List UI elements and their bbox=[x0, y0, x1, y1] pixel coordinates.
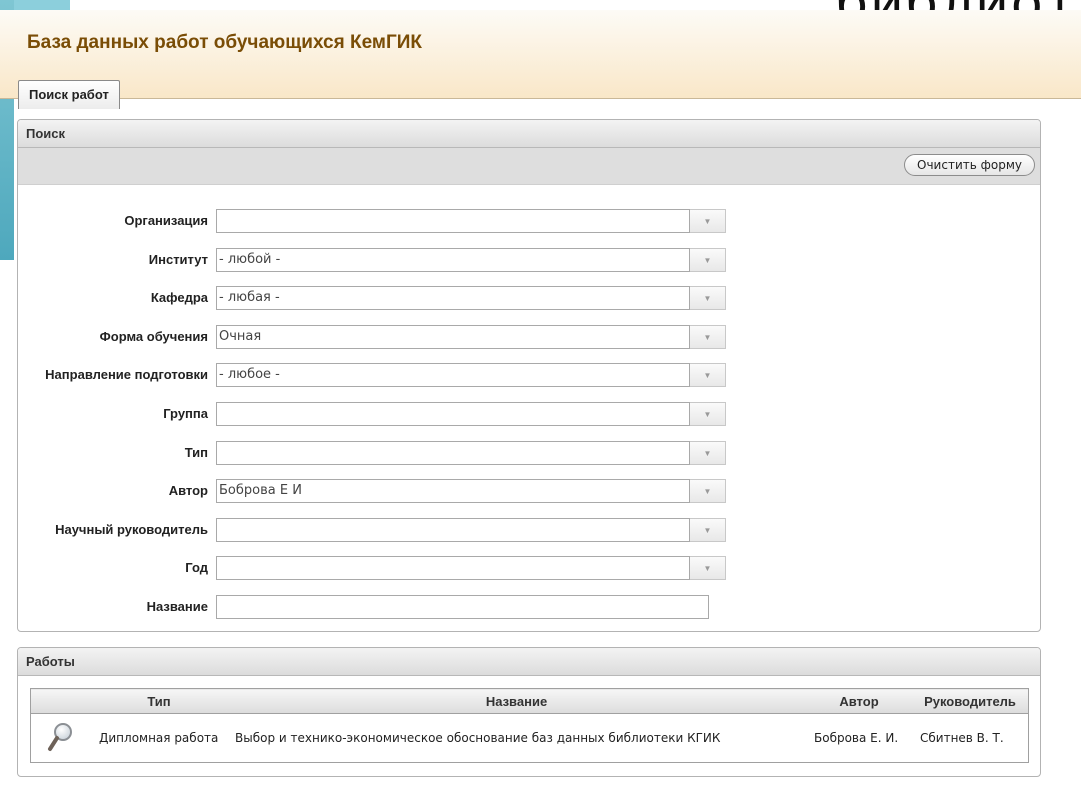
table-row[interactable]: Дипломная работа Выбор и технико-экономи… bbox=[31, 714, 1029, 763]
row-title[interactable]: Выбор и технико-экономическое обосновани… bbox=[227, 714, 806, 763]
works-panel-title: Работы bbox=[18, 648, 1040, 676]
field-label: Автор bbox=[168, 483, 208, 498]
field-label: Год bbox=[185, 560, 208, 575]
field-label: Форма обучения bbox=[99, 329, 208, 344]
column-header-supervisor: Руководитель bbox=[912, 688, 1029, 714]
row-type: Дипломная работа bbox=[99, 731, 219, 745]
works-table-header: Тип Название Автор Руководитель bbox=[30, 688, 1029, 714]
clear-form-button[interactable]: Очистить форму bbox=[904, 154, 1035, 176]
app-header: База данных работ обучающихся КемГИК Пои… bbox=[0, 10, 1081, 109]
search-panel: Поиск Очистить форму Организация ▼ Институ… bbox=[17, 119, 1041, 632]
chevron-down-icon[interactable]: ▼ bbox=[690, 479, 726, 503]
field-label: Научный руководитель bbox=[55, 522, 208, 537]
chevron-down-icon[interactable]: ▼ bbox=[690, 248, 726, 272]
form-row: Форма обучения Очная ▼ bbox=[18, 325, 1018, 349]
field-label: Название bbox=[146, 599, 208, 614]
combo-field[interactable]: ▼ bbox=[216, 402, 726, 426]
combo-field[interactable]: ▼ bbox=[216, 441, 726, 465]
chevron-down-icon[interactable]: ▼ bbox=[690, 363, 726, 387]
combo-field[interactable]: ▼ bbox=[216, 556, 726, 580]
form-row: Тип ▼ bbox=[18, 441, 1018, 465]
column-header-type: Тип bbox=[91, 688, 227, 714]
chevron-down-icon[interactable]: ▼ bbox=[690, 518, 726, 542]
row-author: Боброва Е. И. bbox=[814, 731, 899, 745]
app-title: База данных работ обучающихся КемГИК bbox=[27, 32, 422, 53]
row-icon-cell bbox=[31, 714, 92, 763]
combo-input[interactable]: - любой - bbox=[216, 248, 690, 272]
field-label: Направление подготовки bbox=[45, 367, 208, 382]
combo-field[interactable]: - любая - ▼ bbox=[216, 286, 726, 310]
form-row: Название bbox=[18, 595, 1018, 619]
search-panel-title: Поиск bbox=[18, 120, 1040, 148]
works-panel: Работы Тип Название Автор Руководитель Д… bbox=[17, 647, 1041, 777]
form-row: Кафедра - любая - ▼ bbox=[18, 286, 1018, 310]
combo-input[interactable]: Очная bbox=[216, 325, 690, 349]
field-label: Тип bbox=[184, 445, 208, 460]
combo-field[interactable]: - любой - ▼ bbox=[216, 248, 726, 272]
form-row: Научный руководитель ▼ bbox=[18, 518, 1018, 542]
field-label: Институт bbox=[148, 252, 208, 267]
field-label: Кафедра bbox=[150, 290, 208, 305]
combo-field[interactable]: ▼ bbox=[216, 209, 726, 233]
chevron-down-icon[interactable]: ▼ bbox=[690, 402, 726, 426]
form-row: Направление подготовки - любое - ▼ bbox=[18, 363, 1018, 387]
form-row: Год ▼ bbox=[18, 556, 1018, 580]
works-table: Тип Название Автор Руководитель Дипломна… bbox=[30, 688, 1029, 763]
combo-field[interactable]: - любое - ▼ bbox=[216, 363, 726, 387]
chevron-down-icon[interactable]: ▼ bbox=[690, 325, 726, 349]
form-row: Группа ▼ bbox=[18, 402, 1018, 426]
combo-input[interactable]: - любая - bbox=[216, 286, 690, 310]
field-label: Организация bbox=[124, 213, 208, 228]
form-row: Институт - любой - ▼ bbox=[18, 248, 1018, 272]
combo-input[interactable] bbox=[216, 402, 690, 426]
chevron-down-icon[interactable]: ▼ bbox=[690, 286, 726, 310]
chevron-down-icon[interactable]: ▼ bbox=[690, 556, 726, 580]
field-label: Группа bbox=[163, 406, 208, 421]
column-header-icon bbox=[30, 688, 91, 714]
tab-search-works[interactable]: Поиск работ bbox=[18, 80, 120, 109]
form-row: Организация ▼ bbox=[18, 209, 1018, 233]
column-header-author: Автор bbox=[806, 688, 912, 714]
combo-field[interactable]: ▼ bbox=[216, 518, 726, 542]
column-header-title: Название bbox=[227, 688, 806, 714]
combo-input[interactable] bbox=[216, 209, 690, 233]
combo-input[interactable] bbox=[216, 556, 690, 580]
combo-input[interactable]: - любое - bbox=[216, 363, 690, 387]
combo-input[interactable] bbox=[216, 441, 690, 465]
form-row: Автор Боброва Е И ▼ bbox=[18, 479, 1018, 503]
chevron-down-icon[interactable]: ▼ bbox=[690, 441, 726, 465]
combo-input[interactable] bbox=[216, 518, 690, 542]
combo-field[interactable]: Очная ▼ bbox=[216, 325, 726, 349]
combo-field[interactable]: Боброва Е И ▼ bbox=[216, 479, 726, 503]
combo-input[interactable]: Боброва Е И bbox=[216, 479, 690, 503]
row-supervisor: Сбитнев В. Т. bbox=[920, 731, 1004, 745]
magnifier-icon[interactable] bbox=[47, 721, 75, 753]
search-toolbar: Очистить форму bbox=[18, 148, 1040, 185]
title-input[interactable] bbox=[216, 595, 709, 619]
chevron-down-icon[interactable]: ▼ bbox=[690, 209, 726, 233]
